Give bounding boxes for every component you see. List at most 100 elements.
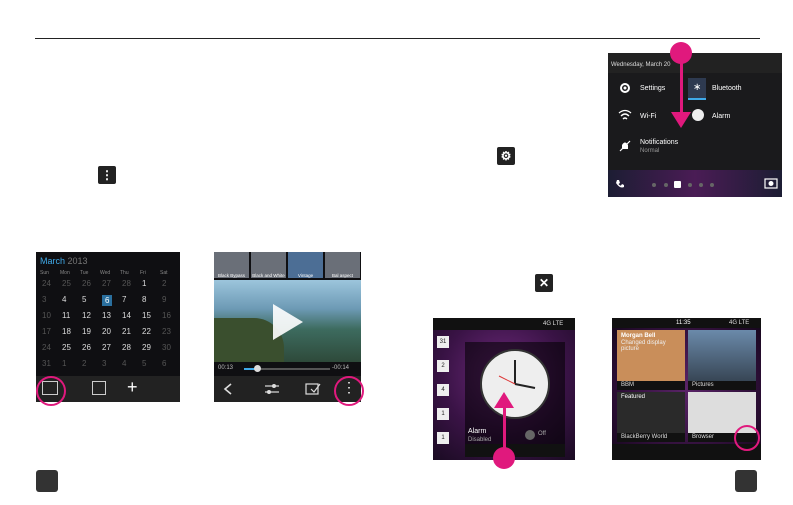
settings-label[interactable]: Settings <box>640 85 665 92</box>
hub-account-badge[interactable]: 4 <box>437 384 449 396</box>
phone-icon[interactable] <box>615 179 625 189</box>
calendar-day[interactable]: 22 <box>142 327 151 336</box>
weekday-label: Fri <box>140 270 146 276</box>
alarm-frame: Alarm Disabled Off <box>465 342 565 457</box>
filter-thumb[interactable]: Black Bypass <box>214 252 249 278</box>
hub-account-badge[interactable]: 2 <box>437 360 449 372</box>
pictures-label: Pictures <box>692 382 714 388</box>
bbm-label: BBM <box>621 382 635 388</box>
alarm-sub: Disabled <box>468 437 492 443</box>
calendar-day[interactable]: 30 <box>162 343 171 352</box>
calendar-day[interactable]: 5 <box>142 359 146 368</box>
calendar-day[interactable]: 10 <box>42 311 51 320</box>
page-dot <box>699 183 703 187</box>
new-contact-icon[interactable] <box>92 381 106 395</box>
calendar-day[interactable]: 5 <box>82 295 86 304</box>
calendar-day[interactable]: 4 <box>62 295 66 304</box>
hub-account-badge[interactable]: 1 <box>437 408 449 420</box>
calendar-day[interactable]: 19 <box>82 327 91 336</box>
network-status: 4G LTE <box>729 320 750 326</box>
notifications-label[interactable]: Notifications <box>640 139 678 146</box>
weekday-label: Sun <box>40 270 49 276</box>
header-rule <box>35 38 760 39</box>
calendar-day[interactable]: 15 <box>142 311 151 320</box>
calendar-day[interactable]: 28 <box>122 343 131 352</box>
page-dot <box>710 183 714 187</box>
calendar-day[interactable]: 1 <box>142 279 146 288</box>
calendar-month: March <box>40 256 66 266</box>
calendar-day[interactable]: 2 <box>82 359 86 368</box>
calendar-day[interactable]: 17 <box>42 327 51 336</box>
calendar-day[interactable]: 14 <box>122 311 131 320</box>
play-icon[interactable] <box>269 302 305 342</box>
calendar-day[interactable]: 9 <box>162 295 166 304</box>
calendar-day[interactable]: 24 <box>42 279 51 288</box>
alarm-label[interactable]: Alarm <box>712 113 730 120</box>
back-icon[interactable] <box>223 383 233 395</box>
calendar-day[interactable]: 18 <box>62 327 71 336</box>
notifications-sub: Normal <box>640 148 660 154</box>
calendar-day[interactable]: 26 <box>82 343 91 352</box>
calendar-day[interactable]: 23 <box>162 327 171 336</box>
hub-account-badge[interactable]: 1 <box>437 432 449 444</box>
close-frame-highlight <box>734 425 760 451</box>
calendar-day[interactable]: 8 <box>142 295 146 304</box>
calendar-day[interactable]: 3 <box>102 359 106 368</box>
settings-icon: ⚙ <box>497 147 515 165</box>
calendar-day[interactable]: 29 <box>142 343 151 352</box>
calendar-day[interactable]: 27 <box>102 343 111 352</box>
calendar-day[interactable]: 31 <box>42 359 51 368</box>
bluetooth-label[interactable]: Bluetooth <box>712 85 742 92</box>
filter-thumb[interactable]: Bal aspect <box>325 252 360 278</box>
page-number-right <box>735 470 757 492</box>
calendar-day[interactable]: 4 <box>122 359 126 368</box>
calendar-day[interactable]: 25 <box>62 343 71 352</box>
weekday-label: Wed <box>100 270 111 276</box>
pictures-frame[interactable]: Pictures <box>688 330 756 390</box>
clock-face <box>480 349 550 419</box>
bbm-label-bar: BBM <box>617 381 685 390</box>
save-icon[interactable] <box>305 382 321 396</box>
blackberry-world-frame[interactable]: Featured BlackBerry World <box>617 392 685 442</box>
filter-thumb[interactable]: Black and White <box>251 252 286 278</box>
homescreen-strip <box>608 170 782 197</box>
bbw-label-bar: BlackBerry World <box>617 433 685 442</box>
clock-label: 11:35 <box>676 320 691 326</box>
calendar-day[interactable]: 20 <box>102 327 111 336</box>
calendar-day[interactable]: 11 <box>62 311 70 320</box>
alarm-action-bar <box>465 444 565 457</box>
calendar-day[interactable]: 13 <box>102 311 111 320</box>
date-label: Wednesday, March 20 <box>611 62 671 68</box>
close-icon: ✕ <box>535 274 553 292</box>
add-icon[interactable]: + <box>127 377 138 398</box>
bbm-title: Morgan Bell <box>621 333 656 339</box>
quick-settings-screenshot: Wednesday, March 20 Settings ∗ Bluetooth… <box>608 53 782 197</box>
calendar-day[interactable]: 16 <box>162 311 171 320</box>
calendar-day[interactable]: 26 <box>82 279 91 288</box>
adjust-icon[interactable] <box>264 382 280 396</box>
filter-thumb[interactable]: Vintage <box>288 252 323 278</box>
calendar-day[interactable]: 1 <box>62 359 66 368</box>
calendar-day[interactable]: 24 <box>42 343 51 352</box>
hub-account-badge[interactable]: 31 <box>437 336 449 348</box>
calendar-day[interactable]: 25 <box>62 279 71 288</box>
camera-icon[interactable] <box>764 177 778 189</box>
calendar-day[interactable]: 7 <box>122 295 126 304</box>
menu-icon-highlight <box>334 376 364 406</box>
wifi-label[interactable]: Wi-Fi <box>640 113 656 120</box>
video-frame <box>214 280 361 362</box>
calendar-day[interactable]: 27 <box>102 279 111 288</box>
calendar-day[interactable]: 3 <box>42 295 46 304</box>
calendar-day[interactable]: 12 <box>82 311 91 320</box>
calendar-day[interactable]: 21 <box>122 327 131 336</box>
featured-title: Featured <box>621 394 646 400</box>
calendar-day[interactable]: 6 <box>102 295 113 306</box>
calendar-day[interactable]: 6 <box>162 359 166 368</box>
calendar-day[interactable]: 2 <box>162 279 166 288</box>
progress-handle[interactable] <box>254 365 261 372</box>
bbm-frame[interactable]: Morgan Bell Changed display picture BBM <box>617 330 685 390</box>
alarm-toggle[interactable] <box>525 430 535 440</box>
settings-icon <box>620 83 630 93</box>
calendar-day[interactable]: 28 <box>122 279 131 288</box>
pictures-label-bar: Pictures <box>688 381 756 390</box>
